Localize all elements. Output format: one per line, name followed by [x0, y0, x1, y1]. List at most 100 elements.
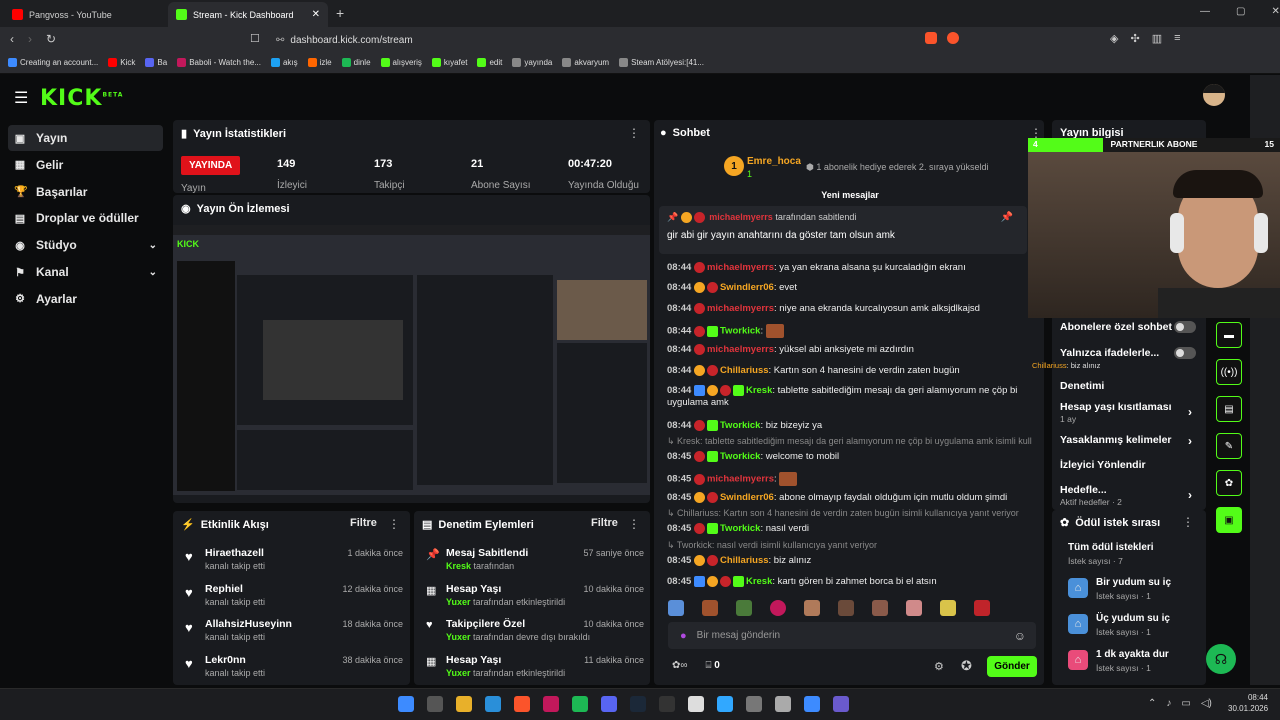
- all-rewards-item[interactable]: Tüm ödül istekleri İstek sayısı · 7: [1068, 542, 1154, 566]
- help-button[interactable]: ☊: [1206, 644, 1236, 674]
- message-username[interactable]: michaelmyerrs: [707, 344, 774, 355]
- chat-setting[interactable]: Yalnızca ifadelerle...: [1060, 347, 1200, 359]
- bookmark-item[interactable]: akvaryum: [562, 58, 609, 67]
- activity-user[interactable]: Lekr0nn: [205, 654, 246, 666]
- activity-user[interactable]: AllahsizHuseyinn: [205, 618, 292, 630]
- microphone-icon[interactable]: ♪: [1166, 698, 1171, 709]
- moderator-name[interactable]: Yuxer: [446, 597, 471, 607]
- new-tab-button[interactable]: +: [336, 5, 344, 21]
- gift-user[interactable]: Emre_hoca: [747, 156, 801, 167]
- chevron-down-icon[interactable]: ⌄: [149, 240, 157, 251]
- emote-icon[interactable]: [872, 600, 888, 616]
- chat-message[interactable]: 08:44 michaelmyerrs: niye ana ekranda ku…: [667, 303, 1032, 315]
- chat-setting[interactable]: Yasaklanmış kelimeler ›: [1060, 434, 1200, 448]
- chat-setting[interactable]: Hesap yaşı kısıtlaması 1 ay ›: [1060, 401, 1200, 424]
- reply-context[interactable]: ↳ Kresk: tablette sabitlediğim mesajı da…: [667, 436, 1032, 447]
- brave-rewards-icon[interactable]: [947, 32, 959, 44]
- emote-icon[interactable]: [668, 600, 684, 616]
- photoshop-icon[interactable]: [717, 696, 733, 712]
- chat-message[interactable]: 08:44 michaelmyerrs: ya yan ekrana alsan…: [667, 262, 1032, 274]
- activity-item[interactable]: ♥ Lekr0nn kanalı takip etti 38 dakika önce: [183, 652, 403, 684]
- microphone-icon[interactable]: ●: [680, 630, 687, 642]
- bookmark-item[interactable]: Kick: [108, 58, 135, 67]
- edge-icon[interactable]: [485, 696, 501, 712]
- minimize-icon[interactable]: —: [1200, 6, 1210, 17]
- users-icon[interactable]: ✪: [961, 658, 972, 674]
- sidebar-item-2[interactable]: 🏆 Başarılar: [8, 179, 163, 205]
- emote-icon[interactable]: [804, 600, 820, 616]
- folder-icon[interactable]: [456, 696, 472, 712]
- message-username[interactable]: Swindlerr06: [720, 492, 774, 503]
- kick-logo[interactable]: KICKBETA: [40, 86, 123, 111]
- message-username[interactable]: Tworkick: [720, 523, 760, 534]
- chat-message[interactable]: 08:44 Swindlerr06: evet: [667, 282, 1032, 294]
- message-username[interactable]: michaelmyerrs: [707, 303, 774, 314]
- message-username[interactable]: Tworkick: [720, 451, 760, 462]
- reply-context[interactable]: ↳ Chillariuss: Kartın son 4 hanesini de …: [667, 508, 1032, 519]
- preview-video[interactable]: KICK: [173, 225, 650, 495]
- moderator-name[interactable]: Kresk: [446, 561, 471, 571]
- toggle-switch[interactable]: [1174, 347, 1196, 359]
- reward-item[interactable]: ⌂ Bir yudum su iç İstek sayısı · 1: [1068, 576, 1198, 606]
- chat-message[interactable]: 08:44 Kresk: tablette sabitlediğim mesaj…: [667, 385, 1032, 409]
- puzzle-icon[interactable]: ✣: [1130, 32, 1139, 45]
- chevron-right-icon[interactable]: ›: [1188, 434, 1192, 448]
- message-username[interactable]: michaelmyerrs: [707, 262, 774, 273]
- toggle-switch[interactable]: [1174, 321, 1196, 333]
- more-options-icon[interactable]: ⋮: [1182, 515, 1194, 529]
- moderation-item[interactable]: 📌 Mesaj Sabitlendi Kresk tarafından 57 sani…: [424, 545, 644, 577]
- chat-message[interactable]: 08:45 Tworkick: nasıl verdi: [667, 523, 1032, 535]
- more-options-icon[interactable]: ⋮: [628, 126, 640, 140]
- new-messages-button[interactable]: Yeni mesajlar: [800, 190, 900, 202]
- app-icon[interactable]: [804, 696, 820, 712]
- opera-icon[interactable]: [543, 696, 559, 712]
- obs-icon[interactable]: [746, 696, 762, 712]
- emote-icon[interactable]: [974, 600, 990, 616]
- more-options-icon[interactable]: ⋮: [388, 517, 400, 531]
- brave-shield-icon[interactable]: [925, 32, 937, 44]
- app-icon[interactable]: [688, 696, 704, 712]
- bookmark-item[interactable]: Baboli - Watch the...: [177, 58, 261, 67]
- bookmark-item[interactable]: akış: [270, 58, 298, 67]
- chat-input[interactable]: ● Bir mesaj gönderin ☺: [668, 622, 1036, 649]
- emote-icon[interactable]: [838, 600, 854, 616]
- maximize-icon[interactable]: ▢: [1236, 6, 1245, 17]
- app-icon[interactable]: [775, 696, 791, 712]
- app-icon[interactable]: [659, 696, 675, 712]
- sidebar-item-0[interactable]: ▣ Yayın: [8, 125, 163, 151]
- steam-icon[interactable]: [630, 696, 646, 712]
- url-field[interactable]: ⚯ dashboard.kick.com/stream: [268, 31, 988, 49]
- message-username[interactable]: Chillariuss: [720, 555, 769, 566]
- bookmark-item[interactable]: Steam Atölyesi:[41...: [619, 58, 704, 67]
- sidebar-item-6[interactable]: ⚙ Ayarlar: [8, 286, 163, 312]
- forward-icon[interactable]: ›: [28, 32, 32, 46]
- chat-setting[interactable]: İzleyici Yönlendir: [1060, 459, 1200, 471]
- start-icon[interactable]: [398, 696, 414, 712]
- activity-filter-button[interactable]: Filtre: [350, 517, 377, 529]
- moderation-item[interactable]: ▦ Hesap Yaşı Yuxer tarafından etkinleştiri…: [424, 581, 644, 613]
- chat-setting[interactable]: Denetimi: [1060, 380, 1200, 392]
- moderation-filter-button[interactable]: Filtre: [591, 517, 618, 529]
- menu-icon[interactable]: ≡: [1174, 32, 1180, 45]
- tools-button[interactable]: ✎: [1216, 433, 1242, 459]
- gift-box-icon[interactable]: ⌸ 0: [706, 660, 720, 671]
- chat-message[interactable]: 08:44 Chillariuss: Kartın son 4 hanesini…: [667, 365, 1032, 377]
- bookmark-item[interactable]: kıyafet: [431, 58, 467, 67]
- chevron-down-icon[interactable]: ⌄: [149, 267, 157, 278]
- chat-message[interactable]: 08:44 Tworkick:: [667, 324, 1032, 338]
- emote-icon[interactable]: [906, 600, 922, 616]
- message-username[interactable]: Kresk: [746, 576, 772, 587]
- message-username[interactable]: michaelmyerrs: [707, 474, 774, 485]
- message-username[interactable]: Chillariuss: [720, 365, 769, 376]
- bookmark-item[interactable]: alışveriş: [380, 58, 422, 67]
- chat-message[interactable]: 08:45 Tworkick: welcome to mobil: [667, 451, 1032, 463]
- chevron-right-icon[interactable]: ›: [1188, 405, 1192, 419]
- unpin-icon[interactable]: 📌: [1001, 212, 1013, 223]
- search-icon[interactable]: [427, 696, 443, 712]
- moderation-item[interactable]: ▦ Hesap Yaşı Yuxer tarafından etkinleştiri…: [424, 652, 644, 684]
- extension-icon[interactable]: ◈: [1110, 32, 1118, 45]
- reward-item[interactable]: ⌂ 1 dk ayakta dur İstek sayısı · 1: [1068, 648, 1198, 678]
- send-button[interactable]: Gönder: [987, 656, 1037, 677]
- site-info-icon[interactable]: ⚯: [276, 35, 284, 46]
- message-username[interactable]: Tworkick: [720, 420, 760, 431]
